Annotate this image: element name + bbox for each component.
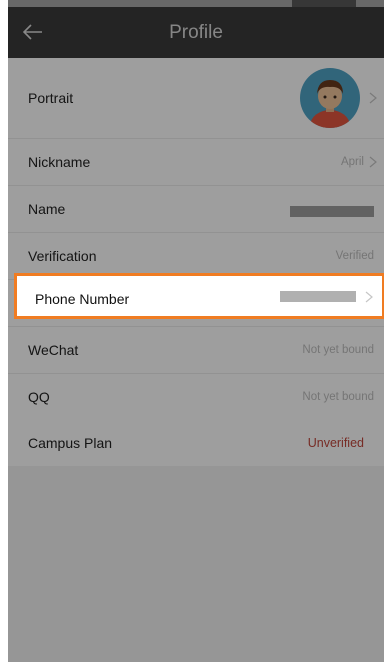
name-redacted	[290, 206, 374, 217]
nickname-label: Nickname	[28, 154, 91, 170]
chevron-right-icon	[369, 156, 377, 168]
qq-label: QQ	[28, 389, 50, 405]
chevron-right-icon	[365, 291, 373, 303]
status-strip	[8, 0, 384, 7]
arrow-left-icon	[23, 24, 42, 40]
qq-value: Not yet bound	[302, 391, 374, 403]
row-nickname[interactable]: Nickname April	[8, 139, 384, 186]
page-title: Profile	[169, 22, 223, 43]
row-wechat[interactable]: WeChat Not yet bound	[8, 327, 384, 374]
row-qq[interactable]: QQ Not yet bound	[8, 374, 384, 420]
phone-number-redacted	[280, 291, 356, 302]
row-name[interactable]: Name	[8, 186, 384, 233]
back-button[interactable]	[18, 17, 48, 47]
portrait-label: Portrait	[28, 90, 74, 106]
campus-group: Campus Plan Unverified	[8, 420, 384, 466]
profile-group: Portrait Nickname April Name Verificatio…	[8, 58, 384, 420]
row-portrait[interactable]: Portrait	[8, 58, 384, 139]
status-strip-dark	[292, 0, 356, 7]
phone-number-label: Phone Number	[35, 291, 130, 307]
user-avatar-icon	[310, 80, 350, 128]
nickname-value: April	[340, 156, 364, 168]
highlighted-phone-number-row[interactable]: Phone Number	[14, 273, 384, 319]
wechat-label: WeChat	[28, 342, 79, 358]
chevron-right-icon	[369, 92, 377, 104]
wechat-value: Not yet bound	[302, 344, 374, 356]
row-campus-plan[interactable]: Campus Plan Unverified	[8, 420, 384, 466]
avatar[interactable]	[300, 68, 360, 128]
name-label: Name	[28, 201, 66, 217]
screen: Profile Portrait Nickname April Name Ver…	[8, 0, 384, 662]
campus-plan-status: Unverified	[307, 436, 364, 450]
nav-bar: Profile	[8, 7, 384, 58]
campus-plan-label: Campus Plan	[28, 435, 113, 451]
